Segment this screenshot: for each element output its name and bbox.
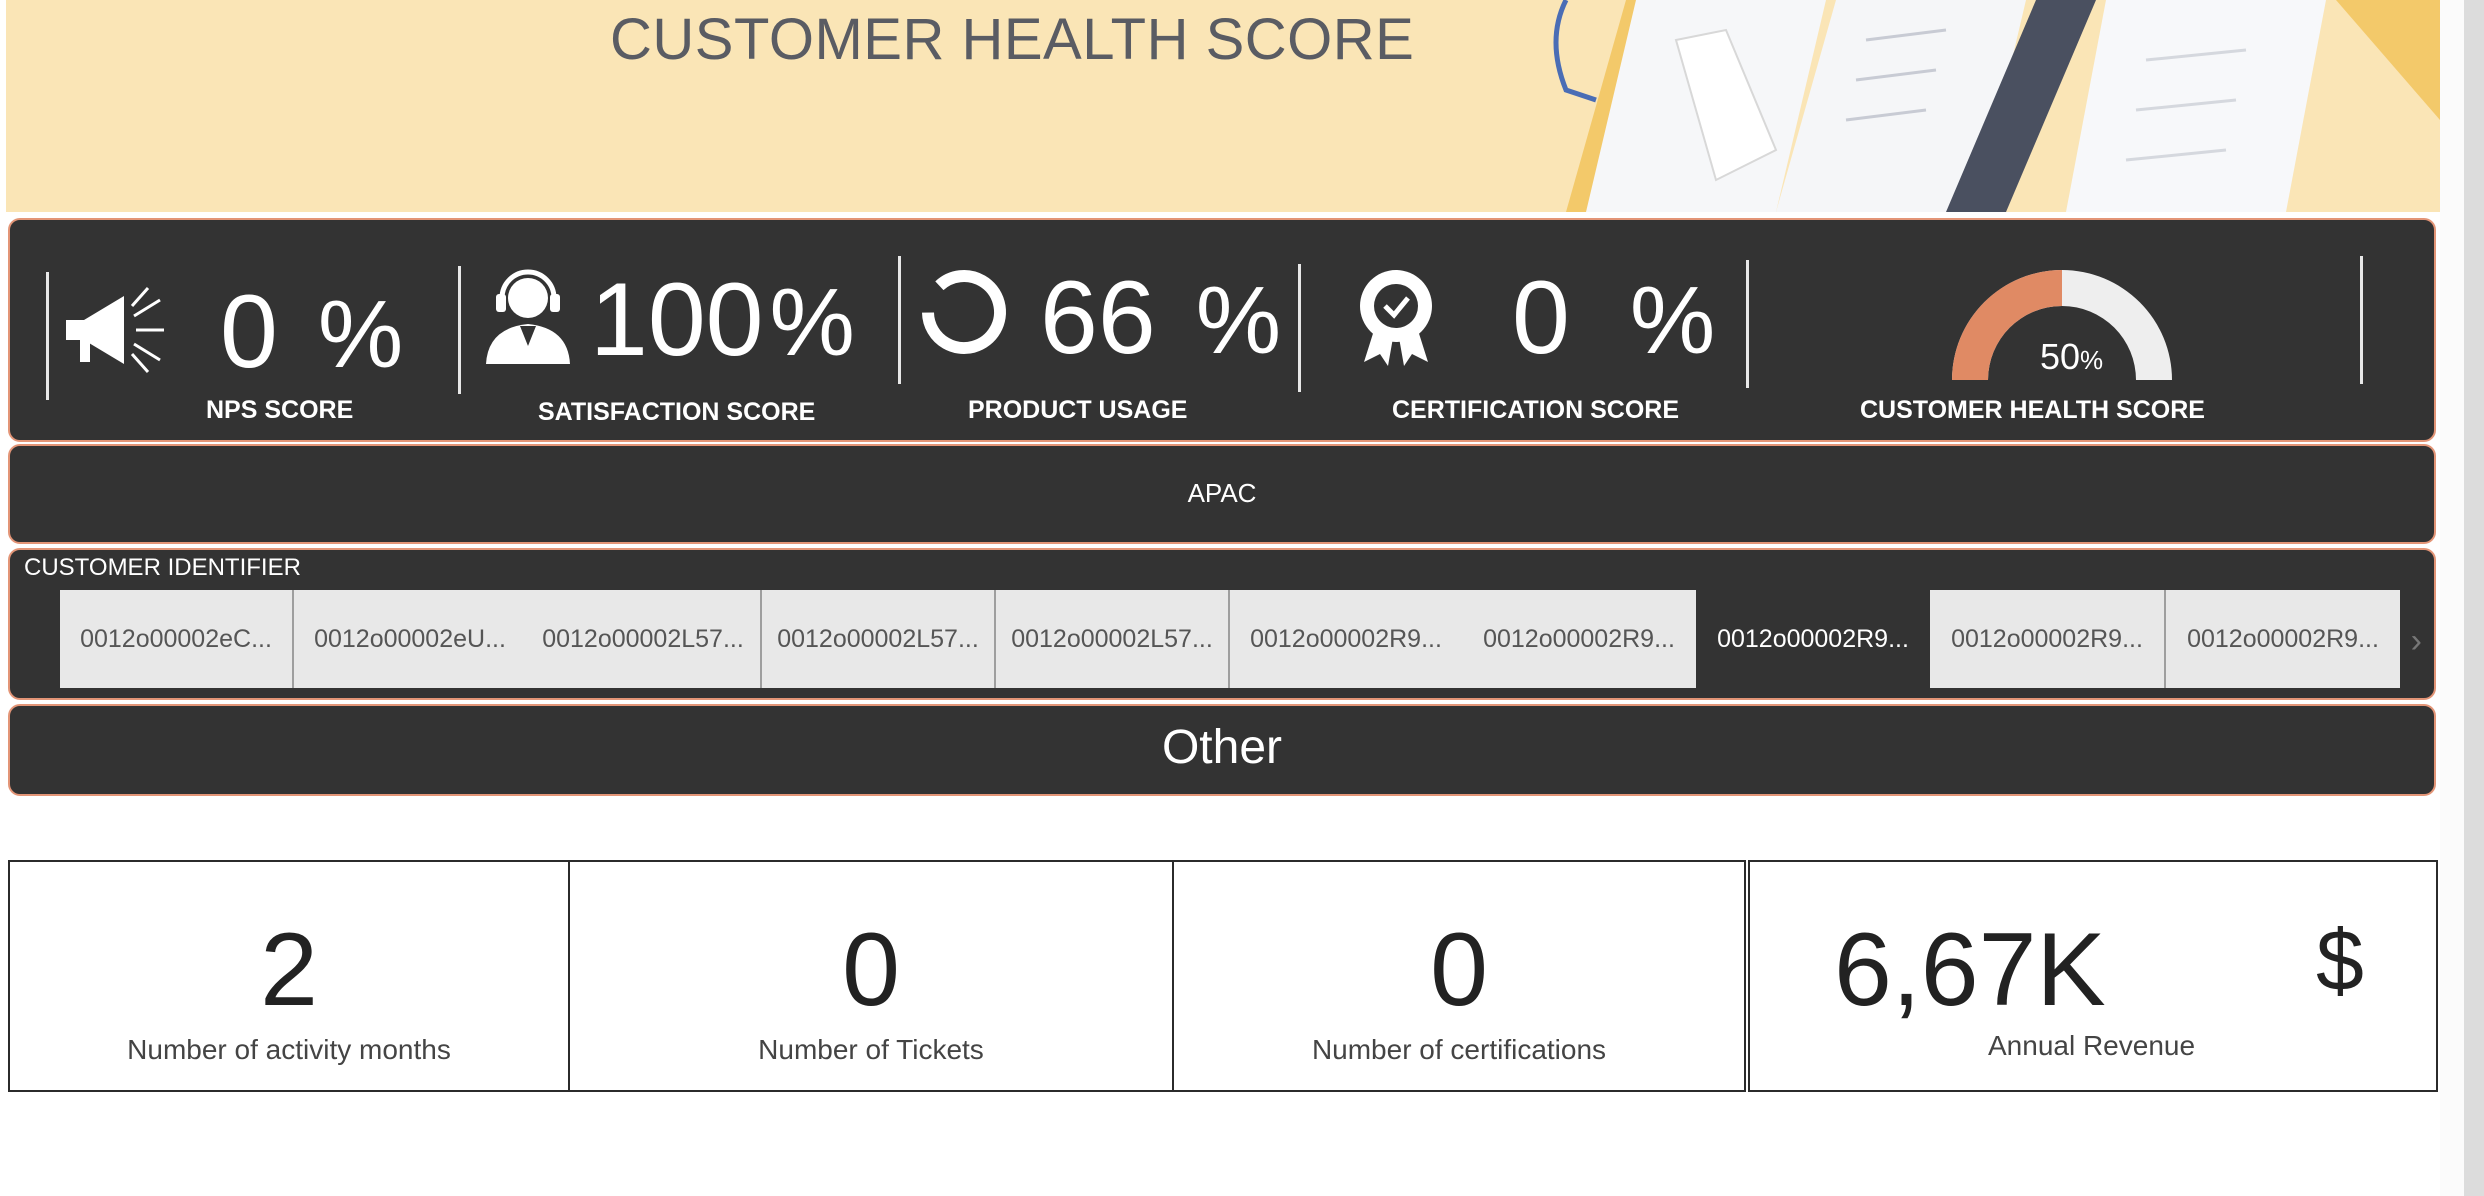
satisfaction-label: SATISFACTION SCORE (538, 398, 816, 426)
certifications-value: 0 (1430, 912, 1488, 1028)
annual-revenue-card: 6,67K $ Annual Revenue (1748, 860, 2438, 1092)
activity-months-label: Number of activity months (127, 1034, 451, 1065)
segment-value: Other (1161, 721, 1283, 774)
vertical-scrollbar[interactable] (2464, 0, 2484, 1196)
identifier-option[interactable]: 0012o00002L57... (760, 590, 994, 688)
identifier-option-selected[interactable]: 0012o00002R9... (1696, 590, 1930, 688)
certification-value: 0 (1512, 260, 1570, 376)
identifier-option[interactable]: 0012o00002R9... (2164, 590, 2400, 688)
satisfaction-value: 100 (590, 262, 764, 378)
separator (898, 256, 901, 384)
separator (1298, 264, 1301, 392)
identifier-option[interactable]: 0012o00002eU... (292, 590, 526, 688)
tickets-card: 0 Number of Tickets (570, 860, 1174, 1092)
product-usage-unit: % (1195, 267, 1282, 374)
identifier-option[interactable]: 0012o00002R9... (1228, 590, 1462, 688)
identifier-option[interactable]: 0012o00002R9... (1462, 590, 1696, 688)
decorative-dashboard-illustration (1553, 0, 2440, 212)
region-value: APAC (1187, 478, 1257, 508)
certificate-badge-icon (1360, 270, 1432, 366)
identifier-option[interactable]: 0012o00002R9... (1930, 590, 2164, 688)
tickets-value: 0 (842, 912, 900, 1028)
ring-progress-icon (922, 270, 1006, 354)
tickets-label: Number of Tickets (758, 1034, 984, 1065)
separator (1746, 260, 1749, 388)
support-agent-icon (486, 269, 570, 364)
annual-revenue-label: Annual Revenue (1988, 1030, 2196, 1061)
activity-months-card: 2 Number of activity months (8, 860, 570, 1092)
product-usage-value: 66 (1040, 260, 1156, 376)
activity-months-value: 2 (260, 912, 318, 1028)
segment-card: Other (8, 704, 2436, 796)
satisfaction-unit: % (769, 269, 855, 376)
nps-label: NPS SCORE (206, 396, 354, 424)
nps-value: 0 (220, 274, 278, 390)
health-score-unit: % (2080, 345, 2104, 375)
health-score-value: 50 (2040, 336, 2081, 377)
megaphone-icon (66, 287, 164, 373)
health-score-label: CUSTOMER HEALTH SCORE (1860, 396, 2205, 424)
separator (458, 266, 461, 394)
identifier-option[interactable]: 0012o00002L57... (526, 590, 760, 688)
slicer-title: CUSTOMER IDENTIFIER (24, 554, 301, 581)
annual-revenue-unit: $ (2316, 913, 2364, 1009)
chevron-right-icon[interactable]: › (2411, 622, 2422, 661)
annual-revenue-value: 6,67K (1834, 912, 2106, 1028)
product-usage-label: PRODUCT USAGE (968, 396, 1188, 424)
kpi-panel: 0% NPS SCORE 100% SATISFACTION SCORE 66%… (8, 218, 2436, 442)
identifier-option[interactable]: 0012o00002eC... (60, 590, 292, 688)
page-title: CUSTOMER HEALTH SCORE (610, 7, 1415, 72)
certifications-card: 0 Number of certifications (1174, 860, 1746, 1092)
header-banner: CUSTOMER HEALTH SCORE (6, 0, 2440, 212)
certification-label: CERTIFICATION SCORE (1392, 396, 1680, 424)
nps-unit: % (317, 281, 404, 388)
certification-unit: % (1629, 267, 1716, 374)
identifier-option[interactable]: 0012o00002L57... (994, 590, 1228, 688)
separator (2360, 256, 2363, 384)
page-right-margin (2440, 0, 2464, 1196)
certifications-label: Number of certifications (1311, 1034, 1607, 1065)
separator (46, 272, 49, 400)
customer-identifier-slicer: CUSTOMER IDENTIFIER 0012o00002eC... 0012… (8, 548, 2436, 700)
region-card: APAC (8, 444, 2436, 544)
